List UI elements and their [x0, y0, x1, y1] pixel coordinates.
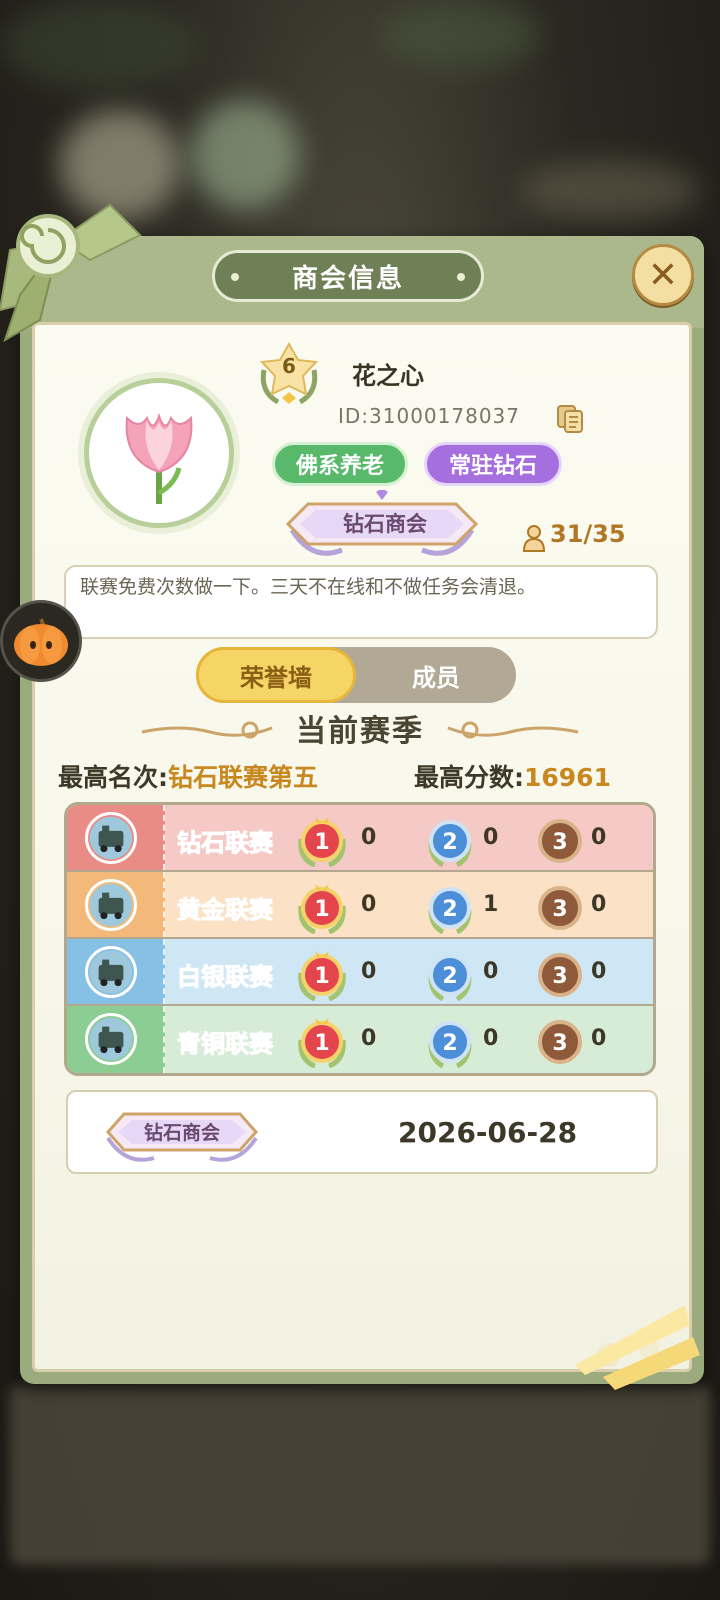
best-score-value: 16961	[524, 763, 611, 792]
league-icon-cell	[67, 872, 165, 937]
best-score: 最高分数:16961	[414, 758, 611, 794]
best-score-label: 最高分数:	[414, 763, 524, 792]
ribbon-tail-decoration	[575, 1305, 700, 1390]
guild-tabs: 荣誉墙 成员	[196, 647, 516, 703]
league-icon-cell	[67, 1006, 165, 1073]
train-icon	[85, 879, 137, 931]
member-icon	[522, 525, 546, 552]
gold-count: 0	[361, 1026, 377, 1051]
ribbon-decoration	[0, 203, 142, 343]
guild-tag-diamond: 常驻钻石	[424, 442, 562, 486]
member-count: 31/35	[550, 520, 626, 548]
gold-medal-icon: 1	[298, 1018, 346, 1068]
bronze-medal-icon: 3	[538, 886, 582, 930]
guild-level: 6	[282, 354, 296, 378]
svg-text:1: 1	[314, 1031, 329, 1056]
league-icon-cell	[67, 939, 165, 1004]
train-icon	[85, 812, 137, 864]
bronze-count: 0	[591, 825, 607, 850]
silver-count: 0	[483, 959, 499, 984]
svg-text:2: 2	[442, 830, 457, 855]
gold-medal-icon: 1	[298, 817, 346, 867]
league-row-silver: 白银联赛 1 0 2 0 3 0	[67, 939, 653, 1006]
dialog-title: 商会信息	[212, 250, 484, 302]
tulip-icon	[125, 412, 193, 504]
best-rank-label: 最高名次:	[58, 763, 168, 792]
league-row-gold: 黄金联赛 1 0 2 1 3 0	[67, 872, 653, 939]
svg-text:1: 1	[314, 830, 329, 855]
guild-tag-casual: 佛系养老	[272, 442, 408, 486]
best-rank: 最高名次:钻石联赛第五	[58, 758, 318, 794]
dialog-title-text: 商会信息	[291, 263, 404, 294]
svg-text:2: 2	[442, 964, 457, 989]
close-button[interactable]: ✕	[632, 244, 694, 306]
silver-count: 0	[483, 825, 499, 850]
league-name: 黄金联赛	[177, 896, 274, 925]
diamond-guild-label: 钻石商会	[343, 512, 427, 536]
svg-text:1: 1	[314, 964, 329, 989]
pumpkin-icon	[14, 618, 68, 666]
flourish-right	[447, 721, 579, 739]
league-row-bronze: 青铜联赛 1 0 2 0 3 0	[67, 1006, 653, 1073]
bronze-count: 0	[591, 959, 607, 984]
svg-text:3: 3	[552, 830, 567, 855]
flourish-left	[141, 721, 273, 739]
league-icon-cell	[67, 805, 165, 870]
bronze-medal-icon: 3	[538, 953, 582, 997]
svg-text:2: 2	[442, 897, 457, 922]
guild-rank-history-row: 钻石商会 2026-06-28	[66, 1090, 658, 1174]
silver-medal-icon: 2	[428, 954, 472, 1001]
league-name: 钻石联赛	[177, 829, 274, 858]
train-icon	[85, 946, 137, 998]
svg-text:3: 3	[552, 897, 567, 922]
silver-medal-icon: 2	[428, 820, 472, 867]
bronze-count: 0	[591, 892, 607, 917]
bronze-count: 0	[591, 1026, 607, 1051]
svg-text:3: 3	[552, 1031, 567, 1056]
gold-medal-icon: 1	[298, 951, 346, 1001]
bronze-medal-icon: 3	[538, 819, 582, 863]
season-title: 当前赛季	[296, 714, 424, 749]
close-icon: ✕	[647, 254, 679, 296]
silver-medal-icon: 2	[428, 887, 472, 934]
guild-name: 花之心	[352, 362, 424, 390]
gold-count: 0	[361, 892, 377, 917]
guild-notice: 联赛免费次数做一下。三天不在线和不做任务会清退。	[64, 565, 658, 639]
league-name: 青铜联赛	[177, 1030, 274, 1059]
league-row-diamond: 钻石联赛 1 0 2 0 3 0	[67, 805, 653, 872]
gold-medal-icon: 1	[298, 884, 346, 934]
history-date: 2026-06-28	[398, 1116, 578, 1149]
pumpkin-assistant-button[interactable]	[0, 600, 82, 682]
silver-medal-icon: 2	[428, 1021, 472, 1068]
season-header: 当前赛季	[140, 706, 580, 750]
silver-count: 1	[483, 892, 499, 917]
history-emblem-label: 钻石商会	[143, 1122, 220, 1144]
gold-count: 0	[361, 825, 377, 850]
guild-avatar	[84, 378, 234, 528]
bronze-medal-icon: 3	[538, 1020, 582, 1064]
league-name: 白银联赛	[177, 963, 274, 992]
guild-notice-text: 联赛免费次数做一下。三天不在线和不做任务会清退。	[80, 576, 537, 598]
gold-count: 0	[361, 959, 377, 984]
best-rank-value: 钻石联赛第五	[168, 763, 319, 792]
train-icon	[85, 1013, 137, 1065]
tab-honor-wall[interactable]: 荣誉墙	[196, 647, 356, 703]
guild-id: ID:31000178037	[338, 404, 521, 428]
silver-count: 0	[483, 1026, 499, 1051]
copy-icon[interactable]	[556, 404, 584, 434]
svg-text:3: 3	[552, 964, 567, 989]
tab-members[interactable]: 成员	[356, 647, 516, 703]
league-honor-table: 钻石联赛 1 0 2 0 3 0 黄金联赛 1 0 2 1 3 0 白银联赛 1…	[64, 802, 656, 1076]
svg-text:2: 2	[442, 1031, 457, 1056]
svg-text:1: 1	[314, 897, 329, 922]
